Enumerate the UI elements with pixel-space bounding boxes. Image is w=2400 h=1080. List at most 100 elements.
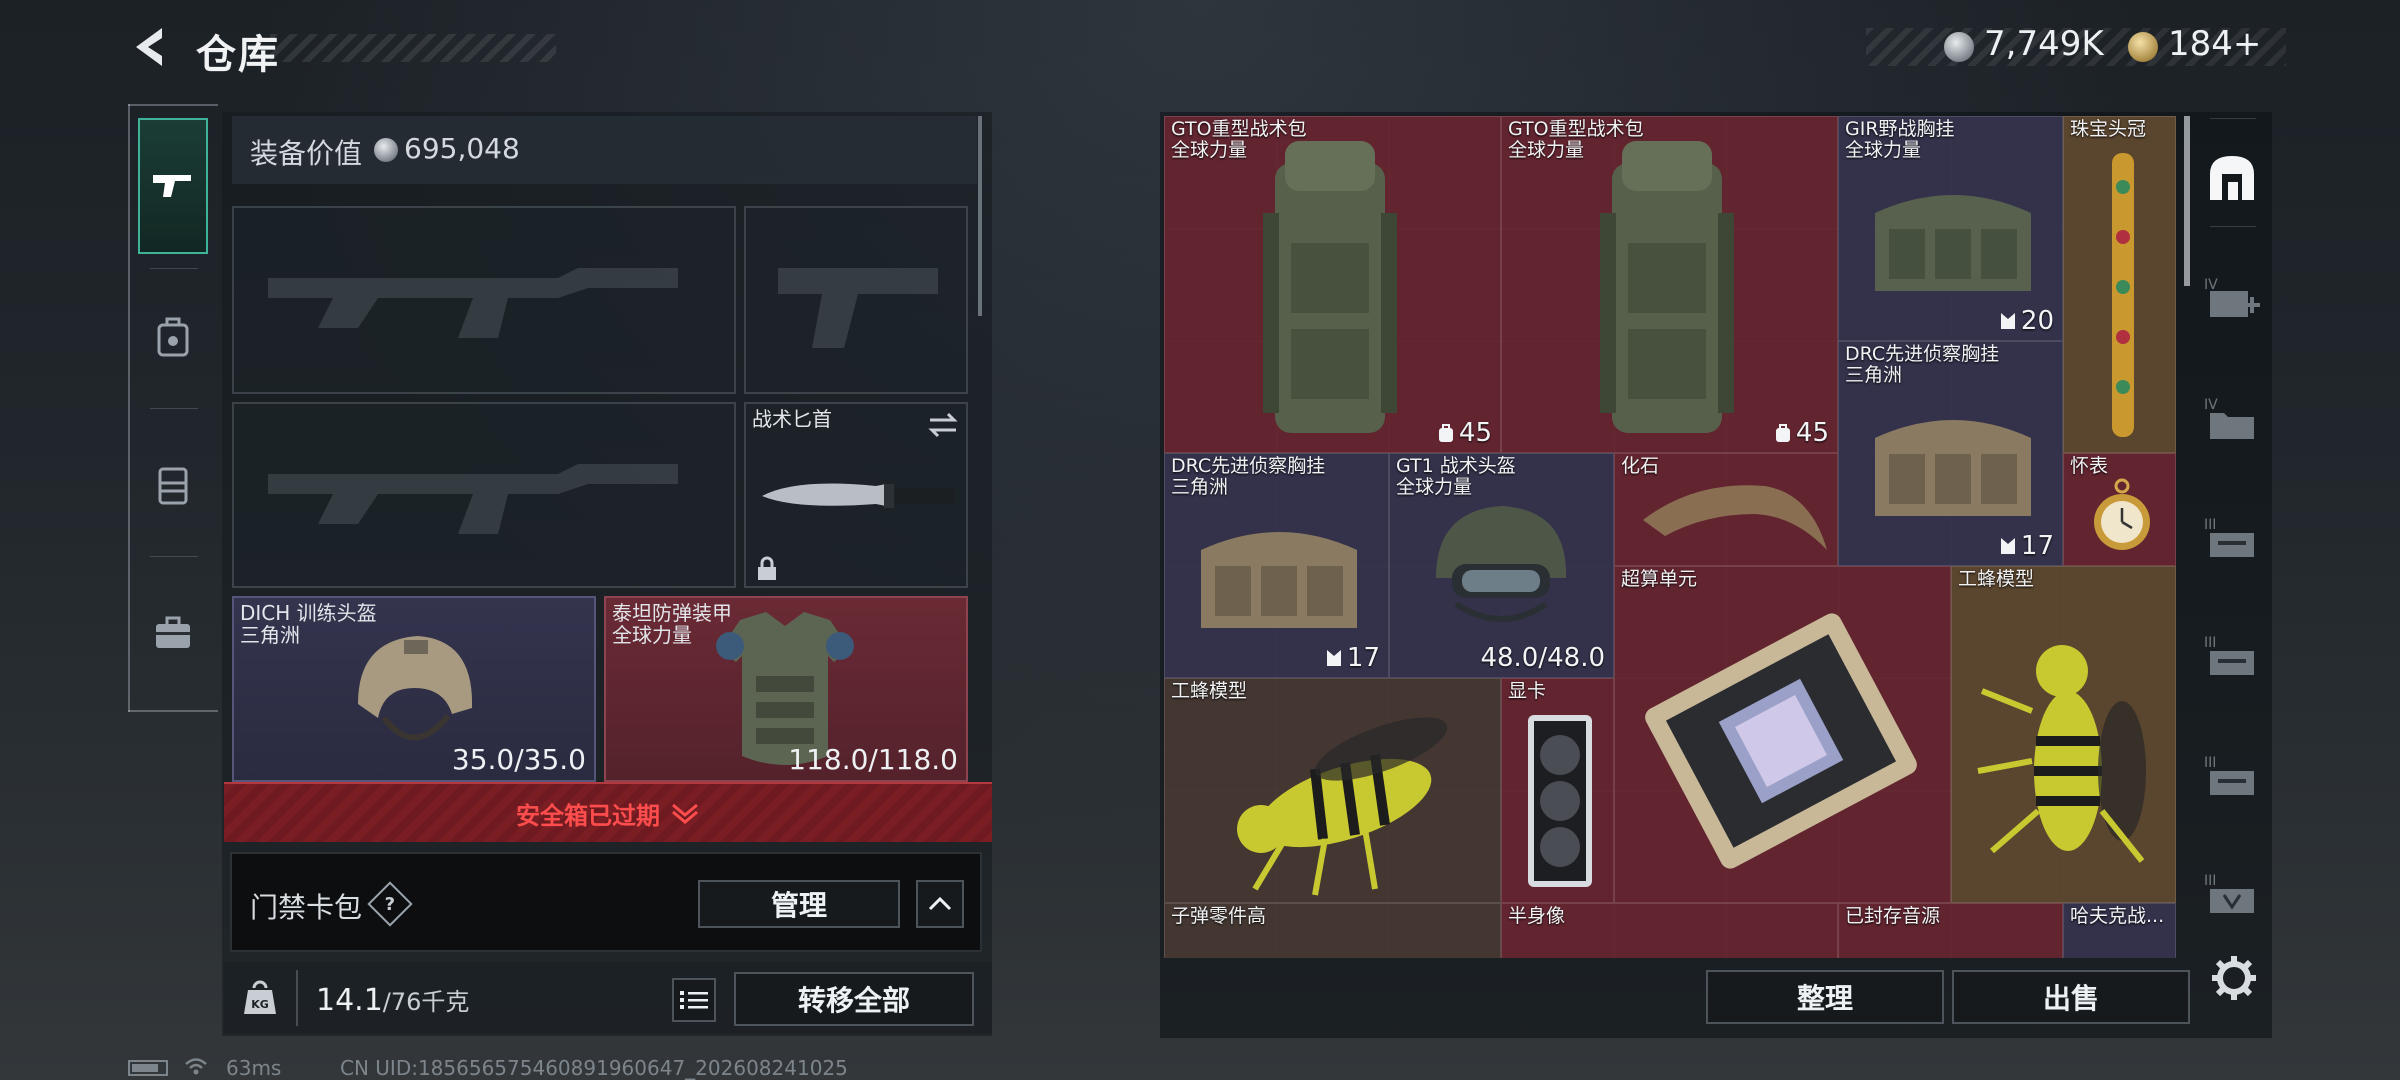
helmet-slot[interactable]: DICH 训练头盔 三角洲 35.0/35.0 — [232, 596, 596, 782]
silver-currency-value[interactable]: 7,749K — [1984, 24, 2104, 64]
sort-button[interactable]: 整理 — [1706, 970, 1944, 1024]
nav-tab-vest[interactable] — [138, 416, 208, 552]
rig-capacity-icon — [2000, 538, 2015, 554]
stash-item[interactable]: 超算单元 — [1614, 566, 1951, 903]
primary-weapon-slot[interactable] — [232, 206, 736, 394]
rail-container[interactable]: III — [2204, 748, 2260, 804]
safe-box-expired-banner[interactable]: 安全箱已过期 — [224, 782, 992, 842]
container-icon: III — [2204, 873, 2254, 913]
manage-button[interactable]: 管理 — [698, 880, 900, 928]
stash-item[interactable]: 怀表 — [2063, 453, 2176, 566]
nav-rail-bottom — [128, 710, 218, 712]
item-name: GT1 战术头盔 — [1396, 455, 1516, 477]
rig-capacity-icon — [1326, 650, 1341, 666]
container-icon: III — [2204, 517, 2254, 557]
rail-container[interactable]: III — [2204, 628, 2260, 684]
item-name: 超算单元 — [1621, 568, 1698, 590]
title-decoration — [270, 34, 556, 62]
container-add-icon: IV — [2204, 277, 2260, 317]
stash-item[interactable]: 工蜂模型 — [1951, 566, 2176, 903]
swap-icon[interactable] — [926, 412, 960, 438]
tier-mark: III — [2204, 755, 2216, 771]
silver-coin-icon — [1944, 32, 1974, 62]
stash-item[interactable]: DRC先进侦察胸挂 三角洲 17 — [1838, 341, 2063, 566]
stash-item[interactable]: 工蜂模型 — [1164, 678, 1501, 903]
rifle-silhouette-icon — [268, 268, 678, 338]
sell-button[interactable]: 出售 — [1952, 970, 2190, 1024]
item-faction: 三角洲 — [1845, 364, 1903, 386]
chest-rig-icon — [1875, 420, 2031, 516]
container-icon: III — [2204, 635, 2254, 675]
pistol-slot[interactable] — [744, 206, 968, 394]
chest-rig-icon — [1875, 195, 2031, 291]
item-name: 怀表 — [2070, 455, 2109, 477]
stash-item[interactable]: 半身像 — [1501, 903, 1838, 958]
rail-container[interactable]: IV — [2204, 270, 2260, 326]
back-arrow-icon[interactable] — [128, 24, 174, 70]
equipment-scrollbar[interactable] — [978, 116, 982, 316]
gear-icon[interactable] — [2208, 952, 2260, 1004]
nav-tab-backpack[interactable] — [138, 268, 208, 404]
fossil-claw-icon — [1643, 485, 1827, 550]
secondary-weapon-slot[interactable] — [232, 402, 736, 588]
backpack-icon — [157, 317, 189, 357]
stash-scrollbar[interactable] — [2184, 116, 2190, 286]
item-durability: 48.0/48.0 — [1480, 643, 1605, 673]
helmet-durability: 35.0/35.0 — [451, 743, 586, 776]
stash-item[interactable]: DRC先进侦察胸挂 三角洲 17 — [1164, 453, 1389, 678]
stash-item[interactable]: GTO重型战术包 全球力量 45 — [1501, 116, 1838, 453]
transfer-all-button[interactable]: 转移全部 — [734, 972, 974, 1026]
chest-rig-icon — [1201, 532, 1357, 628]
stash-item[interactable]: 显卡 — [1501, 678, 1614, 903]
gold-coin-icon — [2128, 32, 2158, 62]
nav-separator — [150, 408, 198, 409]
item-name: 半身像 — [1508, 905, 1566, 927]
stash-item[interactable]: GTO重型战术包 全球力量 45 — [1164, 116, 1501, 453]
stash-item[interactable]: 珠宝头冠 — [2063, 116, 2176, 453]
tier-mark: IV — [2204, 397, 2218, 413]
vest-icon — [158, 467, 188, 505]
item-quantity: 45 — [1458, 418, 1492, 448]
nav-tab-weapon[interactable] — [138, 118, 208, 254]
rail-container[interactable]: III — [2204, 866, 2260, 922]
tier-mark: III — [2204, 873, 2216, 889]
rail-container[interactable]: IV — [2204, 390, 2260, 446]
weight-icon: KG — [244, 980, 276, 1014]
list-view-button[interactable] — [672, 978, 716, 1022]
rail-stash-home[interactable] — [2204, 150, 2260, 206]
uid-readout: CN UID:1856565754608919606​47_2026082410… — [340, 1056, 848, 1080]
compute-module-icon — [1645, 613, 1917, 869]
knife-slot-label: 战术匕首 — [752, 407, 832, 431]
chevron-up-icon — [928, 896, 952, 911]
item-name: 工蜂模型 — [1958, 568, 2035, 590]
rail-container[interactable]: III — [2204, 510, 2260, 566]
nav-tab-case[interactable] — [138, 564, 208, 700]
collapse-button[interactable] — [916, 880, 964, 928]
equipment-value-label: 装备价值 — [250, 137, 363, 170]
stash-item[interactable]: 化石 — [1614, 453, 1838, 566]
rail-separator — [2210, 226, 2256, 227]
stash-item[interactable]: 哈夫克战... — [2063, 903, 2176, 958]
item-name: GIR野战胸挂 — [1845, 118, 1955, 140]
rig-capacity-icon — [2000, 313, 2015, 329]
graphics-card-icon — [1528, 715, 1592, 887]
stash-item[interactable]: GT1 战术头盔 全球力量 48.0/48.0 — [1389, 453, 1614, 678]
lock-icon — [758, 556, 776, 580]
item-quantity: 17 — [2020, 531, 2054, 561]
armor-durability: 118.0/118.0 — [788, 743, 958, 776]
stash-item[interactable]: GIR野战胸挂 全球力量 20 — [1838, 116, 2063, 341]
ping-readout: 63ms — [226, 1056, 282, 1080]
gold-currency-value[interactable]: 184+ — [2168, 24, 2261, 64]
nav-rail-line — [128, 104, 130, 712]
pistol-icon — [153, 175, 191, 197]
stash-item[interactable]: 已封存音源 — [1838, 903, 2063, 958]
knife-slot[interactable]: 战术匕首 — [744, 402, 968, 588]
briefcase-icon — [156, 616, 190, 648]
rifle-silhouette-icon — [268, 464, 678, 534]
armor-slot[interactable]: 泰坦防弹装甲 全球力量 118.0/118.0 — [604, 596, 968, 782]
stash-item[interactable]: 子弹零件高 — [1164, 903, 1501, 958]
safe-box-status: 安全箱已过期 — [516, 801, 660, 830]
item-faction: 全球力量 — [1845, 139, 1922, 161]
carry-weight-current: 14.1 — [316, 983, 383, 1018]
stash-grid: GTO重型战术包 全球力量 45 GTO重型战术包 全球力量 45 GIR野战胸挂全… — [1164, 116, 2176, 958]
